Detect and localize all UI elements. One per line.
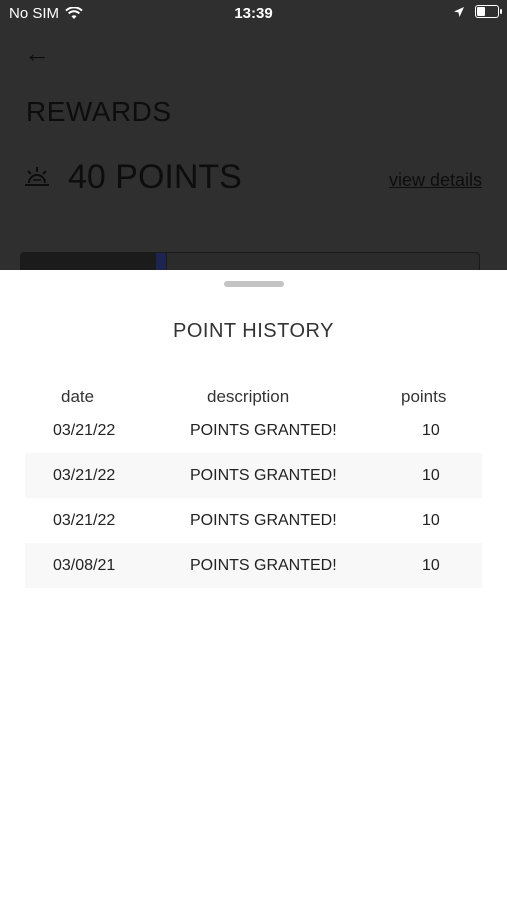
sheet-title: POINT HISTORY xyxy=(173,320,334,342)
status-time: 13:39 xyxy=(234,5,273,22)
row-points: 10 xyxy=(422,467,440,484)
table-row: 03/21/22 POINTS GRANTED! 10 xyxy=(25,498,482,543)
row-points: 10 xyxy=(422,422,440,439)
row-description: POINTS GRANTED! xyxy=(190,467,337,484)
battery-icon xyxy=(475,5,502,18)
column-header-description: description xyxy=(207,387,290,406)
row-description: POINTS GRANTED! xyxy=(190,512,337,529)
back-arrow-icon[interactable]: ← xyxy=(24,38,50,69)
points-total: 40 POINTS xyxy=(68,158,242,196)
table-row: 03/08/21 POINTS GRANTED! 10 xyxy=(25,543,482,588)
reward-card[interactable] xyxy=(20,252,480,270)
location-arrow-icon xyxy=(454,6,464,17)
status-right xyxy=(453,5,502,18)
row-description: POINTS GRANTED! xyxy=(190,422,337,439)
sheet-drag-handle[interactable] xyxy=(224,281,284,287)
point-history-table: date description points 03/21/22 POINTS … xyxy=(25,387,482,588)
row-date: 03/21/22 xyxy=(53,422,116,439)
point-history-sheet: POINT HISTORY date description points 03… xyxy=(0,270,507,900)
page-title: REWARDS xyxy=(26,96,172,127)
column-header-points: points xyxy=(401,387,447,406)
row-date: 03/21/22 xyxy=(53,512,116,529)
sun-horizon-icon xyxy=(25,167,49,186)
table-row: 03/21/22 POINTS GRANTED! 10 xyxy=(25,453,482,498)
points-summary: 40 POINTS view details xyxy=(24,158,484,202)
reward-card-image xyxy=(21,253,167,270)
status-bar: No SIM 13:39 xyxy=(0,0,507,28)
row-date: 03/08/21 xyxy=(53,557,116,574)
row-points: 10 xyxy=(422,557,440,574)
table-row: 03/21/22 POINTS GRANTED! 10 xyxy=(25,417,482,453)
row-date: 03/21/22 xyxy=(53,467,116,484)
view-details-link[interactable]: view details xyxy=(389,170,482,191)
rewards-page-dimmed: No SIM 13:39 ← REWARDS 40 POINTS view de… xyxy=(0,0,507,270)
column-header-date: date xyxy=(61,387,95,406)
row-points: 10 xyxy=(422,512,440,529)
table-header: date description points xyxy=(25,387,482,417)
row-description: POINTS GRANTED! xyxy=(190,557,337,574)
